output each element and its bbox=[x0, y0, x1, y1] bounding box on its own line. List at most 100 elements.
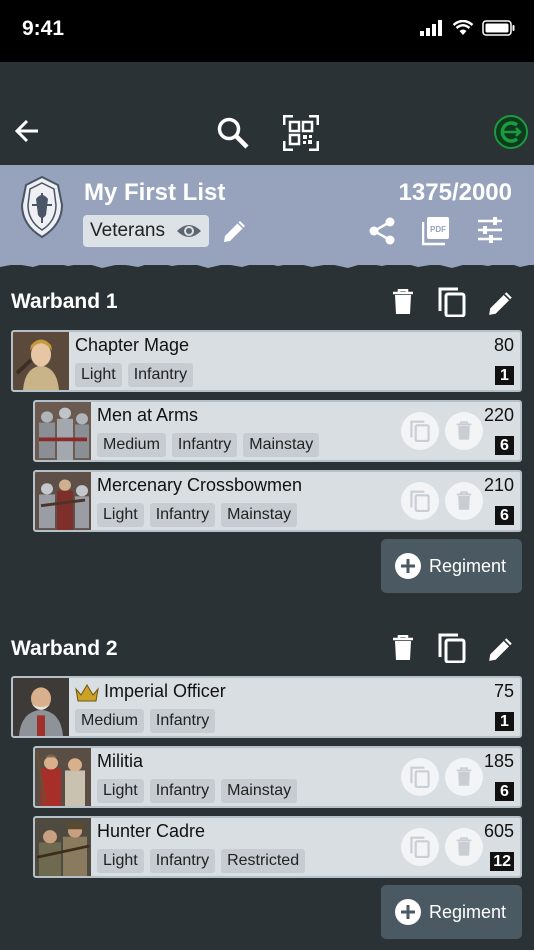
plus-circle-icon bbox=[395, 899, 421, 925]
unit-points: 605 bbox=[483, 821, 514, 841]
unit-name: Hunter Cadre bbox=[97, 821, 206, 841]
list-header: My First List 1375/2000 Veterans PDF bbox=[0, 165, 534, 265]
unit-portrait bbox=[35, 472, 91, 530]
warband-1-title: Warband 1 bbox=[11, 290, 118, 313]
unit-tag: Infantry bbox=[149, 503, 216, 527]
sliders-icon[interactable] bbox=[477, 217, 503, 243]
unit-tag: Restricted bbox=[221, 849, 306, 873]
share-icon[interactable] bbox=[368, 217, 396, 245]
unit-tags: Light Infantry Mainstay bbox=[97, 779, 298, 803]
add-regiment-button[interactable]: Regiment bbox=[381, 539, 522, 593]
pencil-icon[interactable] bbox=[487, 635, 515, 663]
delete-unit-button[interactable] bbox=[445, 412, 483, 450]
unit-tag: Infantry bbox=[171, 433, 238, 457]
torn-edge bbox=[0, 255, 534, 268]
battery-icon bbox=[482, 20, 515, 36]
unit-tag: Mainstay bbox=[221, 779, 298, 803]
regiment-card[interactable]: Militia 185 Light Infantry Mainstay 6 bbox=[33, 746, 522, 808]
delete-unit-button[interactable] bbox=[445, 758, 483, 796]
copy-icon bbox=[410, 766, 430, 788]
unit-tag: Infantry bbox=[149, 779, 216, 803]
unit-name: Men at Arms bbox=[97, 405, 199, 425]
qr-code-icon[interactable] bbox=[283, 115, 319, 151]
toolbar bbox=[0, 62, 534, 165]
regiment-card[interactable]: Hunter Cadre 605 Light Infantry Restrict… bbox=[33, 816, 522, 878]
unit-portrait bbox=[35, 818, 91, 876]
unit-name: Militia bbox=[97, 751, 144, 771]
model-count: 1 bbox=[495, 366, 514, 385]
unit-portrait bbox=[13, 678, 69, 736]
unit-tags: Light Infantry Mainstay bbox=[97, 503, 298, 527]
copy-unit-button[interactable] bbox=[401, 758, 439, 796]
faction-label: Veterans bbox=[90, 220, 165, 241]
faction-chip[interactable]: Veterans bbox=[83, 215, 209, 247]
unit-tag: Light bbox=[97, 779, 144, 803]
crown-icon bbox=[75, 684, 99, 702]
unit-name: Mercenary Crossbowmen bbox=[97, 475, 303, 495]
unit-points: 220 bbox=[483, 405, 514, 425]
leader-card[interactable]: Imperial Officer 75 Medium Infantry 1 bbox=[11, 676, 522, 738]
trash-icon bbox=[456, 491, 472, 510]
unit-points: 80 bbox=[493, 335, 514, 355]
copy-unit-button[interactable] bbox=[401, 482, 439, 520]
unit-points: 185 bbox=[483, 751, 514, 771]
pencil-icon[interactable] bbox=[487, 289, 515, 317]
add-regiment-label: Regiment bbox=[429, 555, 507, 576]
unit-tags: Light Infantry bbox=[75, 363, 194, 387]
app-logo-icon[interactable] bbox=[494, 115, 528, 149]
model-count: 6 bbox=[495, 782, 514, 801]
trash-icon bbox=[456, 767, 472, 786]
unit-portrait bbox=[35, 402, 91, 460]
warband-2-title: Warband 2 bbox=[11, 637, 118, 660]
unit-tag: Infantry bbox=[149, 849, 216, 873]
status-bar: 9:41 bbox=[0, 0, 534, 62]
trash-icon[interactable] bbox=[392, 635, 414, 661]
points-total: 1375/2000 bbox=[398, 179, 512, 206]
unit-tag: Light bbox=[97, 503, 144, 527]
unit-tags: Medium Infantry bbox=[75, 709, 216, 733]
copy-unit-button[interactable] bbox=[401, 412, 439, 450]
model-count: 12 bbox=[490, 852, 514, 871]
leader-card[interactable]: Chapter Mage 80 Light Infantry 1 bbox=[11, 330, 522, 392]
list-title: My First List bbox=[84, 179, 226, 206]
unit-points: 210 bbox=[483, 475, 514, 495]
copy-icon bbox=[410, 836, 430, 858]
unit-tags: Medium Infantry Mainstay bbox=[97, 433, 320, 457]
model-count: 1 bbox=[495, 712, 514, 731]
unit-tags: Light Infantry Restricted bbox=[97, 849, 306, 873]
regiment-card[interactable]: Mercenary Crossbowmen 210 Light Infantry… bbox=[33, 470, 522, 532]
delete-unit-button[interactable] bbox=[445, 482, 483, 520]
svg-text:PDF: PDF bbox=[430, 225, 446, 234]
wifi-icon bbox=[452, 20, 474, 35]
signal-icon bbox=[420, 20, 442, 36]
trash-icon bbox=[456, 421, 472, 440]
unit-tag: Mainstay bbox=[243, 433, 320, 457]
copy-icon bbox=[410, 490, 430, 512]
regiment-card[interactable]: Men at Arms 220 Medium Infantry Mainstay… bbox=[33, 400, 522, 462]
unit-points: 75 bbox=[493, 681, 514, 701]
add-regiment-label: Regiment bbox=[429, 901, 507, 922]
model-count: 6 bbox=[495, 506, 514, 525]
search-icon[interactable] bbox=[216, 116, 250, 150]
unit-name: Chapter Mage bbox=[75, 335, 190, 355]
trash-icon[interactable] bbox=[392, 289, 414, 315]
status-time: 9:41 bbox=[22, 17, 65, 40]
pencil-icon[interactable] bbox=[222, 218, 248, 244]
copy-unit-button[interactable] bbox=[401, 828, 439, 866]
crest-icon bbox=[20, 175, 64, 239]
unit-tag: Medium bbox=[97, 433, 166, 457]
arrow-left-icon[interactable] bbox=[14, 118, 40, 144]
delete-unit-button[interactable] bbox=[445, 828, 483, 866]
pdf-icon[interactable]: PDF bbox=[422, 216, 450, 246]
model-count: 6 bbox=[495, 436, 514, 455]
copy-icon[interactable] bbox=[438, 287, 466, 317]
add-regiment-button[interactable]: Regiment bbox=[381, 885, 522, 939]
status-icons bbox=[420, 20, 516, 36]
copy-icon[interactable] bbox=[438, 633, 466, 663]
eye-icon[interactable] bbox=[176, 222, 202, 240]
unit-name: Imperial Officer bbox=[104, 681, 226, 701]
trash-icon bbox=[456, 837, 472, 856]
unit-tag: Mainstay bbox=[221, 503, 298, 527]
unit-tag: Medium bbox=[75, 709, 144, 733]
unit-portrait bbox=[13, 332, 69, 390]
